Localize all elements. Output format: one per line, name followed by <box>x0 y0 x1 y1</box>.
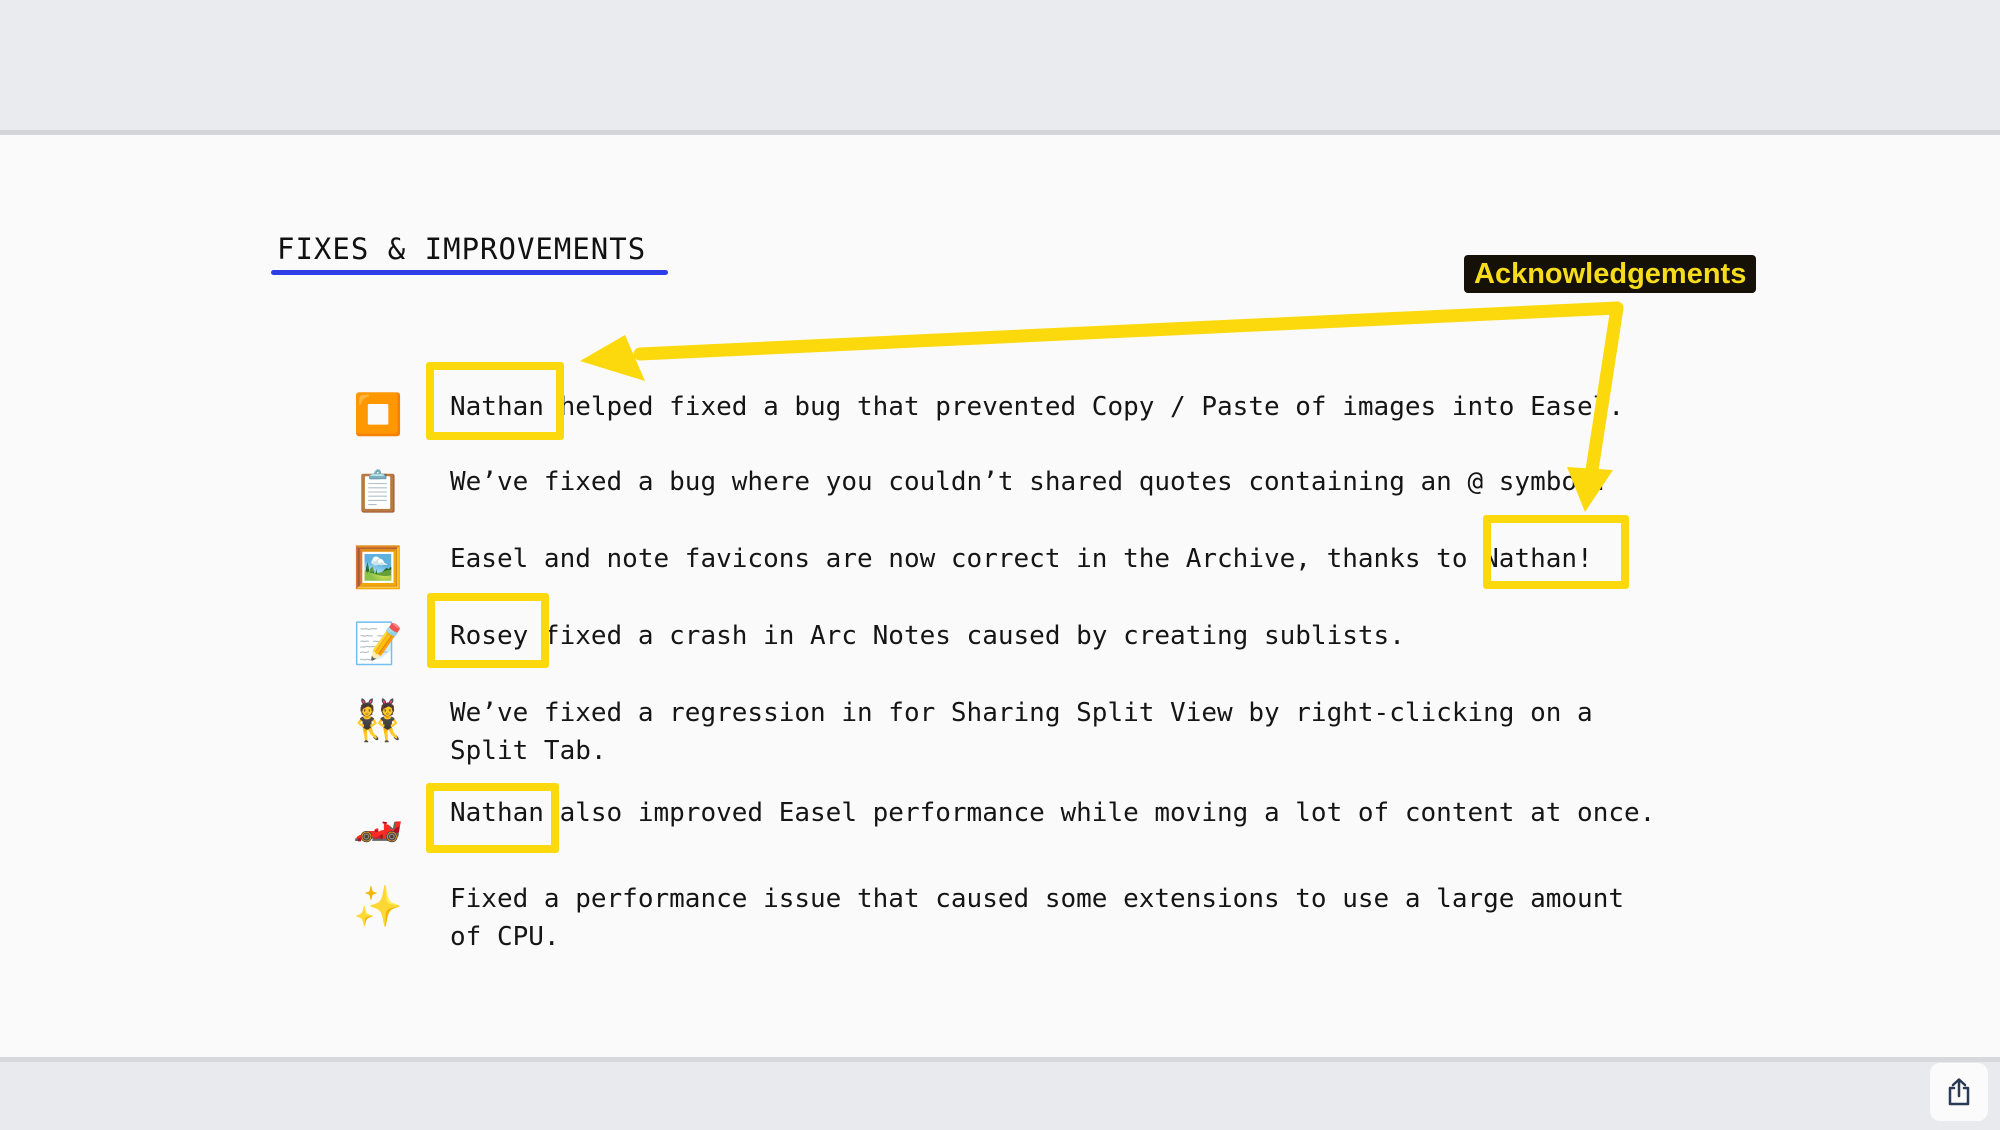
clipboard-icon: 📋 <box>353 468 403 515</box>
item-text: We’ve fixed a bug where you couldn’t sha… <box>450 467 1609 497</box>
dancers-icon: 👯 <box>353 697 403 744</box>
highlight-box-nathan-1 <box>426 362 564 440</box>
top-toolbar-area <box>0 0 2000 135</box>
share-button[interactable] <box>1930 1063 1988 1121</box>
bottom-bar <box>0 1057 2000 1130</box>
memo-pencil-icon: 📝 <box>353 620 403 667</box>
item-text: We’ve fixed a regression in for Sharing … <box>450 698 1593 766</box>
race-car-icon: 🏎️ <box>353 797 403 844</box>
highlight-box-rosey <box>427 593 549 668</box>
item-text: Rosey fixed a crash in Arc Notes caused … <box>450 621 1405 651</box>
acknowledgements-label: Acknowledgements <box>1464 255 1757 293</box>
sparkles-icon: ✨ <box>353 883 403 930</box>
section-title: FIXES & IMPROVEMENTS <box>277 232 647 266</box>
item-text: Nathan also improved Easel performance w… <box>450 798 1656 828</box>
section-title-underline <box>271 270 668 275</box>
share-icon <box>1948 1078 1970 1106</box>
highlight-box-nathan-3 <box>426 783 559 853</box>
stop-button-icon: ⏹️ <box>353 391 403 438</box>
item-text: Fixed a performance issue that caused so… <box>450 884 1624 952</box>
item-text: Nathan helped fixed a bug that prevented… <box>450 392 1624 422</box>
framed-picture-icon: 🖼️ <box>353 544 403 591</box>
highlight-box-nathan-2 <box>1483 515 1629 589</box>
